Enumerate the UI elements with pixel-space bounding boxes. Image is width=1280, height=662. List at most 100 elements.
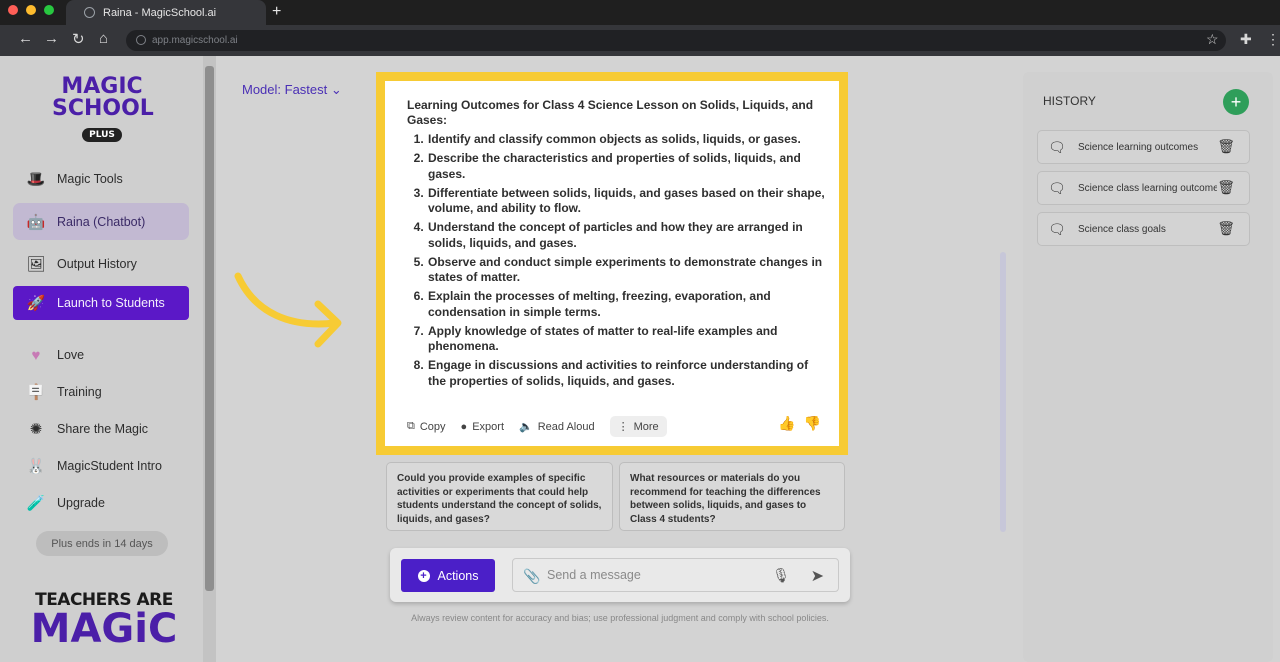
logo-line1: MAGIC xyxy=(61,74,143,99)
rocket-icon: 🚀 xyxy=(26,295,46,312)
sidebar-item-output-history[interactable]: 🖼 Output History xyxy=(13,246,189,282)
maximize-window-button[interactable] xyxy=(44,5,54,15)
sidebar-item-label: Share the Magic xyxy=(57,422,149,436)
history-item-label: Science learning outcomes xyxy=(1078,141,1199,153)
new-chat-button[interactable]: + xyxy=(1223,89,1249,115)
reload-icon[interactable]: ↻ xyxy=(72,30,85,48)
response-card: Learning Outcomes for Class 4 Science Le… xyxy=(385,81,839,446)
speaker-icon: 🔈 xyxy=(519,421,533,433)
trash-icon[interactable]: 🗑 xyxy=(1217,179,1235,196)
chat-icon: 🗨 xyxy=(1048,139,1066,155)
sidebar-item-training[interactable]: 🪧 Training xyxy=(13,374,189,410)
history-panel: HISTORY + 🗨 Science learning outcomes 🗑 … xyxy=(1023,72,1273,662)
sidebar-item-label: Raina (Chatbot) xyxy=(57,214,146,229)
back-icon[interactable]: ← xyxy=(18,30,33,47)
learning-outcomes-list: Identify and classify common objects as … xyxy=(407,132,827,389)
history-item[interactable]: 🗨 Science class learning outcomes 🗑 xyxy=(1037,171,1250,205)
forward-icon[interactable]: → xyxy=(44,30,59,47)
more-button[interactable]: ⋮ More xyxy=(609,416,667,437)
message-input[interactable]: 📎 Send a message 🎙 ➤ xyxy=(512,558,839,592)
sidebar-item-magic-tools[interactable]: 🎩 Magic Tools xyxy=(13,161,189,197)
list-item: Identify and classify common objects as … xyxy=(427,132,827,148)
suggestion-card[interactable]: What resources or materials do you recom… xyxy=(619,462,845,531)
potion-icon: 🧪 xyxy=(26,495,46,512)
magicschool-logo[interactable]: MAGIC SCHOOL PLUS xyxy=(52,74,154,142)
message-composer: + Actions 📎 Send a message 🎙 ➤ xyxy=(390,548,850,602)
send-icon[interactable]: ➤ xyxy=(811,566,824,586)
history-item-label: Science class learning outcomes xyxy=(1078,182,1224,194)
browser-tab[interactable]: Raina - MagicSchool.ai xyxy=(66,0,266,25)
thumbs-up-icon[interactable]: 👍 xyxy=(778,415,795,432)
sidebar-item-magicstudent-intro[interactable]: 🐰 MagicStudent Intro xyxy=(13,448,189,484)
browser-toolbar: ← → ↻ ⌂ app.magicschool.ai ☆ ✚ ⋮ xyxy=(0,25,1280,56)
suggestion-card[interactable]: Could you provide examples of specific a… xyxy=(386,462,613,531)
list-item: Engage in discussions and activities to … xyxy=(427,358,827,389)
more-label: More xyxy=(633,420,659,433)
new-tab-button[interactable]: + xyxy=(272,3,281,21)
thumbs-down-icon[interactable]: 👎 xyxy=(804,415,821,432)
list-item: Describe the characteristics and propert… xyxy=(427,151,827,182)
sidebar-item-love[interactable]: ♥ Love xyxy=(13,337,189,373)
more-icon: ⋮ xyxy=(617,421,629,433)
plus-badge: PLUS xyxy=(82,128,122,142)
history-item[interactable]: 🗨 Science class goals 🗑 xyxy=(1037,212,1250,246)
launch-to-students-button[interactable]: 🚀 Launch to Students xyxy=(13,286,189,320)
microphone-icon[interactable]: 🎙 xyxy=(772,567,790,584)
bunny-icon: 🐰 xyxy=(26,458,46,475)
teachers-are-magic-logo: TEACHERS ARE MAGiC xyxy=(14,590,194,649)
sidebar-item-label: Love xyxy=(57,348,85,362)
sparkle-icon: ✺ xyxy=(29,421,43,438)
browser-menu-icon[interactable]: ⋮ xyxy=(1266,31,1280,48)
paperclip-icon[interactable]: 📎 xyxy=(523,568,540,585)
response-title: Learning Outcomes for Class 4 Science Le… xyxy=(407,98,814,127)
sidebar-item-label: Training xyxy=(57,385,102,399)
curved-arrow-icon xyxy=(234,272,342,348)
logo-line2: SCHOOL xyxy=(52,96,154,121)
robot-icon: 🤖 xyxy=(26,213,46,231)
copy-button[interactable]: ⧉ Copy xyxy=(407,420,446,433)
globe-icon xyxy=(84,7,95,18)
sidebar-scrollbar-thumb[interactable] xyxy=(205,66,214,591)
address-bar[interactable]: app.magicschool.ai xyxy=(126,30,1226,51)
home-icon[interactable]: ⌂ xyxy=(99,30,108,47)
history-item[interactable]: 🗨 Science learning outcomes 🗑 xyxy=(1037,130,1250,164)
list-item: Explain the processes of melting, freezi… xyxy=(427,289,827,320)
model-selector[interactable]: Model: Fastest ⌄ xyxy=(242,82,342,98)
chat-icon: 🗨 xyxy=(1048,221,1066,237)
minimize-window-button[interactable] xyxy=(26,5,36,15)
plus-status-badge: Plus ends in 14 days xyxy=(36,531,168,556)
browser-tab-strip: Raina - MagicSchool.ai + xyxy=(0,0,1280,25)
history-title: HISTORY xyxy=(1043,94,1096,108)
heart-icon: ♥ xyxy=(31,346,41,364)
plus-circle-icon: + xyxy=(417,569,430,582)
extensions-icon[interactable]: ✚ xyxy=(1240,31,1252,48)
read-aloud-label: Read Aloud xyxy=(537,420,595,433)
sidebar-item-share-the-magic[interactable]: ✺ Share the Magic xyxy=(13,411,189,447)
bookmark-star-icon[interactable]: ☆ xyxy=(1206,31,1219,48)
sidebar-item-label: Magic Tools xyxy=(57,172,123,186)
sidebar-item-raina-chatbot[interactable]: 🤖 Raina (Chatbot) xyxy=(13,203,189,240)
list-item: Differentiate between solids, liquids, a… xyxy=(427,186,827,217)
close-window-button[interactable] xyxy=(8,5,18,15)
chat-scrollbar[interactable] xyxy=(1000,252,1006,532)
trash-icon[interactable]: 🗑 xyxy=(1217,138,1235,155)
sidebar-item-label: Output History xyxy=(57,257,137,271)
sidebar: MAGIC SCHOOL PLUS 🎩 Magic Tools 🤖 Raina … xyxy=(0,56,203,662)
chevron-down-icon: ⌄ xyxy=(330,82,342,97)
easel-icon: 🪧 xyxy=(26,384,46,401)
site-info-icon[interactable] xyxy=(136,35,146,45)
list-item: Understand the concept of particles and … xyxy=(427,220,827,251)
read-aloud-button[interactable]: 🔈 Read Aloud xyxy=(519,420,595,434)
sidebar-item-label: Launch to Students xyxy=(57,296,165,310)
sidebar-item-label: Upgrade xyxy=(57,496,105,510)
response-actions: ⧉ Copy ● Export 🔈 Read Aloud ⋮ More xyxy=(407,416,667,437)
export-button[interactable]: ● Export xyxy=(461,421,504,433)
trash-icon[interactable]: 🗑 xyxy=(1217,220,1235,237)
sidebar-scrollbar[interactable] xyxy=(203,56,216,662)
model-label: Model: Fastest xyxy=(242,82,328,97)
actions-button[interactable]: + Actions xyxy=(401,559,495,592)
sidebar-item-upgrade[interactable]: 🧪 Upgrade xyxy=(13,485,189,521)
actions-label: Actions xyxy=(437,568,479,583)
export-icon: ● xyxy=(460,420,468,433)
disclaimer-text: Always review content for accuracy and b… xyxy=(411,613,829,623)
